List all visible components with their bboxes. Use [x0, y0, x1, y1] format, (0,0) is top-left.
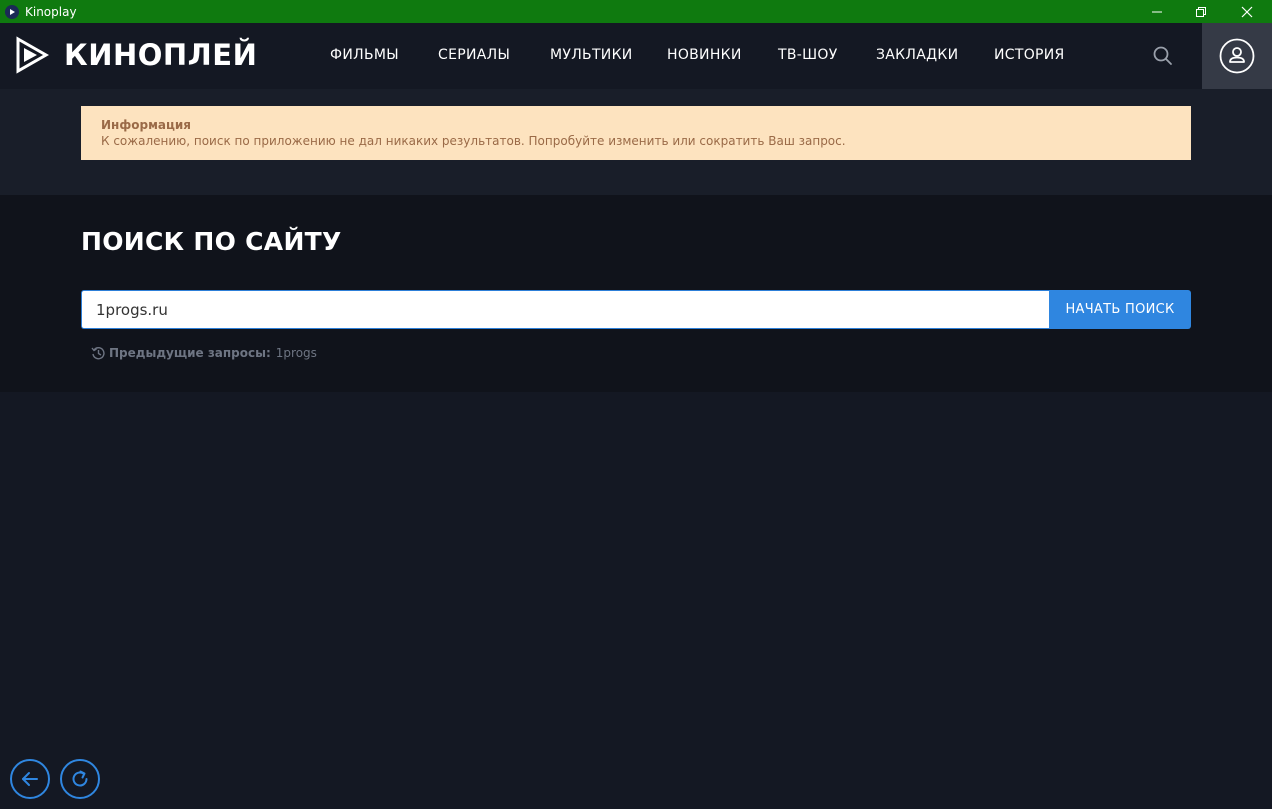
previous-query-link[interactable]: 1progs: [276, 346, 317, 360]
window-titlebar: Kinoplay: [0, 0, 1272, 23]
close-icon: [1241, 6, 1253, 17]
nav-item-history[interactable]: ИСТОРИЯ: [994, 47, 1065, 63]
page-title: ПОИСК ПО САЙТУ: [81, 227, 342, 256]
info-section: Информация К сожалению, поиск по приложе…: [0, 89, 1272, 195]
nav-item-films[interactable]: ФИЛЬМЫ: [330, 47, 399, 63]
site-header: КИНОПЛЕЙ ФИЛЬМЫ СЕРИАЛЫ МУЛЬТИКИ НОВИНКИ…: [0, 23, 1272, 89]
info-title: Информация: [101, 118, 191, 132]
nav-item-cartoons[interactable]: МУЛЬТИКИ: [550, 47, 633, 63]
search-input[interactable]: [81, 290, 1050, 329]
reload-button[interactable]: [60, 759, 100, 799]
start-search-button[interactable]: НАЧАТЬ ПОИСК: [1049, 290, 1191, 329]
search-section: ПОИСК ПО САЙТУ НАЧАТЬ ПОИСК Предыдущие з…: [0, 195, 1272, 392]
previous-queries: Предыдущие запросы: 1progs: [91, 346, 317, 360]
window-title: Kinoplay: [25, 4, 77, 19]
info-alert: Информация К сожалению, поиск по приложе…: [81, 106, 1191, 160]
close-button[interactable]: [1224, 0, 1270, 23]
nav-item-tv-show[interactable]: ТВ-ШОУ: [778, 47, 838, 63]
previous-queries-label: Предыдущие запросы:: [109, 346, 271, 360]
reload-icon: [72, 770, 88, 787]
nav-item-bookmarks[interactable]: ЗАКЛАДКИ: [876, 47, 958, 63]
profile-button[interactable]: [1202, 23, 1272, 89]
history-icon: [91, 347, 105, 360]
minimize-icon: [1152, 11, 1162, 12]
arrow-left-icon: [22, 772, 38, 786]
user-icon: [1219, 38, 1255, 74]
nav-item-serials[interactable]: СЕРИАЛЫ: [438, 47, 510, 63]
back-button[interactable]: [10, 759, 50, 799]
search-icon: [1153, 46, 1172, 65]
restore-icon: [1196, 6, 1206, 17]
minimize-button[interactable]: [1134, 0, 1180, 23]
play-logo-icon: [16, 36, 49, 74]
info-message: К сожалению, поиск по приложению не дал …: [101, 134, 846, 148]
site-logo[interactable]: КИНОПЛЕЙ: [15, 36, 257, 74]
header-search-button[interactable]: [1152, 45, 1174, 67]
nav-item-new[interactable]: НОВИНКИ: [667, 47, 742, 63]
logo-text: КИНОПЛЕЙ: [64, 38, 258, 72]
app-play-icon: [5, 4, 19, 19]
maximize-button[interactable]: [1178, 0, 1224, 23]
